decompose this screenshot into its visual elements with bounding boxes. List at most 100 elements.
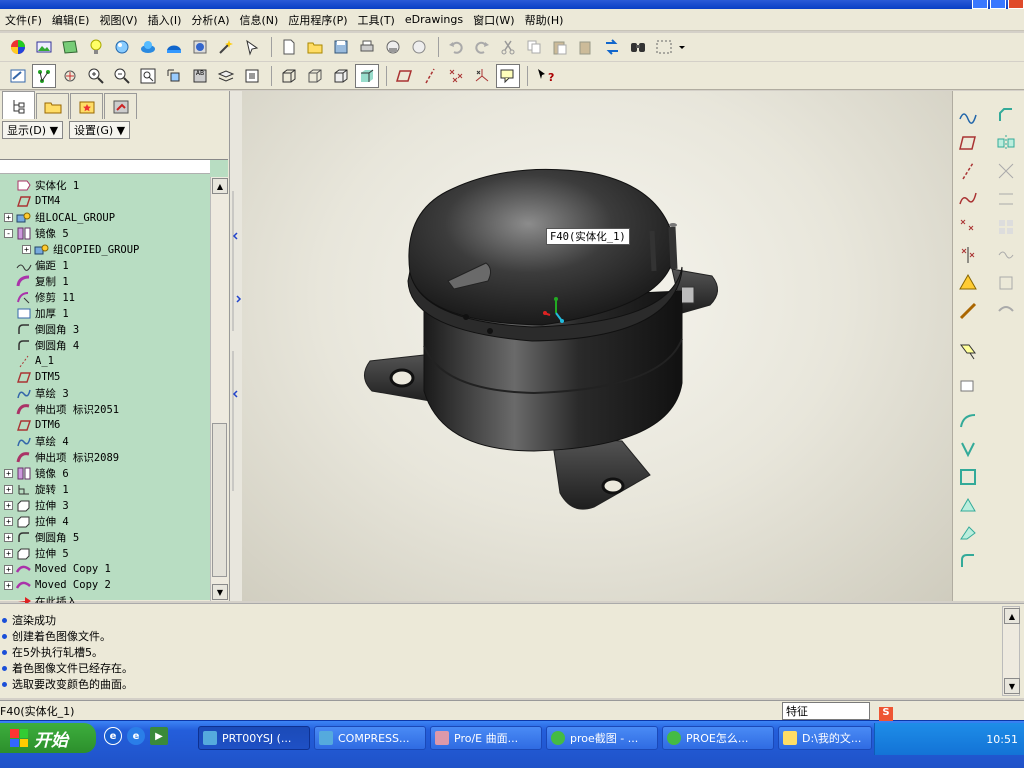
scroll-down-button[interactable]: ▼ [212, 584, 228, 600]
room-icon[interactable] [162, 35, 186, 59]
color-wheel-icon[interactable] [6, 35, 30, 59]
compressor-model[interactable] [242, 91, 952, 601]
open-folder-icon[interactable] [303, 35, 327, 59]
thicken-tool-icon[interactable] [993, 271, 1019, 295]
paste-icon[interactable] [548, 35, 572, 59]
maximize-button[interactable] [990, 0, 1006, 9]
scene-icon[interactable] [110, 35, 134, 59]
find-icon[interactable] [626, 35, 650, 59]
offset-tool-icon[interactable] [993, 243, 1019, 267]
expand-icon[interactable]: + [4, 564, 13, 574]
whats-this-icon[interactable]: ? [533, 64, 557, 88]
model-tree-item[interactable]: + 倒圆角 5 [0, 529, 208, 545]
draft-icon[interactable] [955, 521, 981, 545]
expand-icon[interactable]: + [4, 580, 13, 590]
print-icon[interactable] [355, 35, 379, 59]
model-tree-item[interactable]: 修剪 11 [0, 289, 208, 305]
model-tree-item[interactable]: 实体化 1 [0, 177, 208, 193]
expand-icon[interactable]: + [4, 532, 13, 542]
cut-icon[interactable] [496, 35, 520, 59]
shading-icon[interactable] [355, 63, 379, 88]
paste-special-icon[interactable] [574, 35, 598, 59]
model-tree-item[interactable]: 复制 1 [0, 273, 208, 289]
expand-icon[interactable]: + [4, 516, 13, 526]
light-icon[interactable] [84, 35, 108, 59]
redo-icon[interactable] [470, 35, 494, 59]
folder-tab[interactable] [36, 93, 69, 119]
model-tree-item[interactable]: + 镜像 6 [0, 465, 208, 481]
email-icon[interactable] [381, 35, 405, 59]
new-file-icon[interactable] [277, 35, 301, 59]
analysis-icon[interactable] [955, 271, 981, 295]
saved-views-icon[interactable]: AB [188, 64, 212, 88]
expand-icon[interactable]: + [4, 212, 13, 222]
model-tree-item[interactable]: + 组COPIED_GROUP [0, 241, 208, 257]
model-tree-item[interactable]: 偏距 1 [0, 257, 208, 273]
globe-icon[interactable] [188, 35, 212, 59]
shell-icon[interactable] [955, 465, 981, 489]
hole-icon[interactable] [955, 339, 981, 363]
expand-icon[interactable]: + [22, 244, 31, 254]
model-tree-item[interactable]: 伸出项 标识2051 [0, 401, 208, 417]
annotations-icon[interactable] [496, 63, 520, 88]
datum-planes-icon[interactable] [392, 64, 416, 88]
pattern-icon[interactable] [993, 215, 1019, 239]
select-box-icon[interactable] [652, 35, 676, 59]
desktop-icon[interactable]: e [104, 727, 122, 745]
model-tree-item[interactable]: 加厚 1 [0, 305, 208, 321]
sketch-tool-icon[interactable] [955, 187, 981, 211]
model-tree-item[interactable]: + 拉伸 4 [0, 513, 208, 529]
refit-icon[interactable] [136, 64, 160, 88]
task-compress[interactable]: COMPRESS... [314, 726, 426, 750]
panel-divider[interactable] [230, 91, 242, 601]
scroll-thumb[interactable] [212, 423, 227, 577]
csys-tool-icon[interactable] [955, 243, 981, 267]
scroll-down-button[interactable]: ▼ [1004, 678, 1020, 694]
wireframe-icon[interactable] [277, 64, 301, 88]
model-tree-item[interactable]: + Moved Copy 2 [0, 577, 208, 593]
task-my-documents[interactable]: D:\我的文... [778, 726, 872, 750]
solidify-tool-icon[interactable] [993, 299, 1019, 323]
rib-icon[interactable] [955, 493, 981, 517]
menu-tools[interactable]: 工具(T) [353, 12, 400, 28]
scroll-up-button[interactable]: ▲ [212, 178, 228, 194]
chevron-down-icon[interactable] [678, 35, 686, 59]
menu-insert[interactable]: 插入(I) [143, 12, 187, 28]
model-tree-item[interactable]: DTM6 [0, 417, 208, 433]
menu-info[interactable]: 信息(N) [235, 12, 284, 28]
model-tree-scrollbar[interactable]: ▲ ▼ [210, 177, 228, 601]
model-tree-item[interactable]: + 组LOCAL_GROUP [0, 209, 208, 225]
minimize-button[interactable] [972, 0, 988, 9]
expand-icon[interactable]: + [4, 500, 13, 510]
model-tree-item[interactable]: - 镜像 5 [0, 225, 208, 241]
zoom-out-icon[interactable] [110, 64, 134, 88]
email-attach-icon[interactable] [407, 35, 431, 59]
collapse-icon[interactable]: - [4, 228, 13, 238]
texture-icon[interactable] [58, 35, 82, 59]
hidden-line-icon[interactable] [303, 64, 327, 88]
model-tree-item[interactable]: 伸出项 标识2089 [0, 449, 208, 465]
undo-icon[interactable] [444, 35, 468, 59]
graphics-window[interactable]: F40(实体化_1) [242, 91, 952, 601]
sweep-icon[interactable] [955, 437, 981, 461]
menu-window[interactable]: 窗口(W) [468, 12, 519, 28]
copy-icon[interactable] [522, 35, 546, 59]
model-tree-tab[interactable] [2, 91, 35, 119]
mirror-tool-icon[interactable] [993, 131, 1019, 155]
favorites-tab[interactable] [70, 93, 103, 119]
trim-tool-icon[interactable] [993, 187, 1019, 211]
appearance-icon[interactable] [32, 35, 56, 59]
task-proe-surface[interactable]: Pro/E 曲面... [430, 726, 542, 750]
expand-icon[interactable]: + [4, 468, 13, 478]
round-tool-icon[interactable] [955, 549, 981, 573]
close-button[interactable] [1008, 0, 1024, 9]
sketched-datum-icon[interactable] [955, 299, 981, 323]
model-tree-item[interactable]: 倒圆角 4 [0, 337, 208, 353]
model-tree-item[interactable]: A_1 [0, 353, 208, 369]
settings-dropdown[interactable]: 设置(G) ▼ [69, 121, 131, 139]
model-tree-item[interactable]: + 拉伸 5 [0, 545, 208, 561]
connections-tab[interactable] [104, 93, 137, 119]
datum-curve-icon[interactable] [955, 103, 981, 127]
datum-points-icon[interactable] [444, 64, 468, 88]
menu-help[interactable]: 帮助(H) [520, 12, 569, 28]
